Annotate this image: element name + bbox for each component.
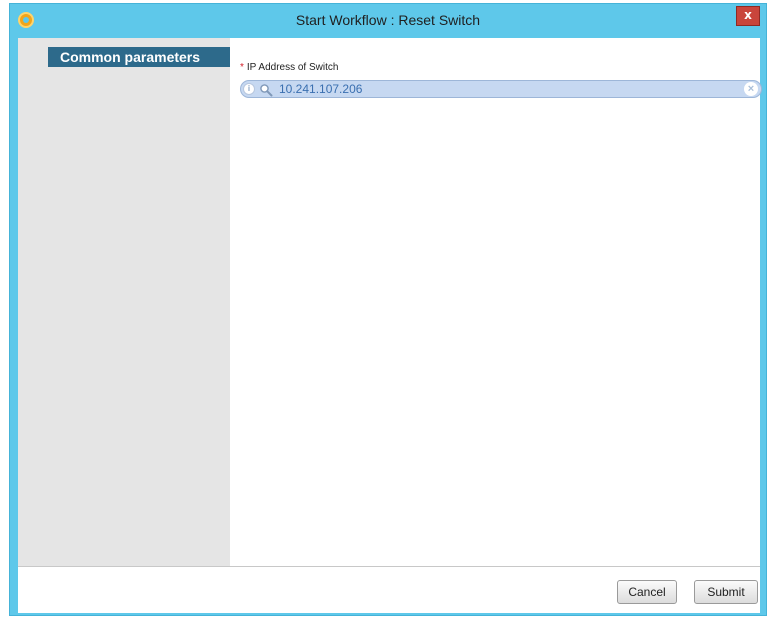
parameters-panel: *IP Address of Switch i × (230, 38, 762, 566)
ip-address-field[interactable]: i × (240, 80, 762, 98)
sidebar-item-label: Common parameters (60, 49, 201, 65)
required-marker: * (240, 62, 244, 73)
sidebar-item-common-parameters[interactable]: Common parameters (48, 47, 230, 67)
close-button[interactable]: x (736, 6, 760, 26)
title-bar[interactable]: Start Workflow : Reset Switch x (10, 4, 766, 38)
sidebar: Common parameters (18, 38, 230, 566)
dialog-content: Common parameters * IP Address of Switch … (18, 38, 762, 566)
close-icon: x (744, 8, 752, 22)
ip-address-input[interactable] (279, 81, 739, 97)
workflow-dialog: Start Workflow : Reset Switch x Common p… (9, 3, 767, 616)
clear-icon[interactable]: × (744, 82, 758, 96)
submit-button[interactable]: Submit (694, 580, 758, 604)
info-icon[interactable]: i (243, 83, 255, 95)
dialog-title: Start Workflow : Reset Switch (295, 12, 481, 28)
cancel-button[interactable]: Cancel (617, 580, 677, 604)
ip-address-label-text: IP Address of Switch (246, 62, 339, 73)
dialog-footer: Cancel Submit (18, 566, 760, 613)
search-icon[interactable] (259, 83, 273, 97)
ip-address-label: * IP Address of Switch (240, 62, 338, 73)
